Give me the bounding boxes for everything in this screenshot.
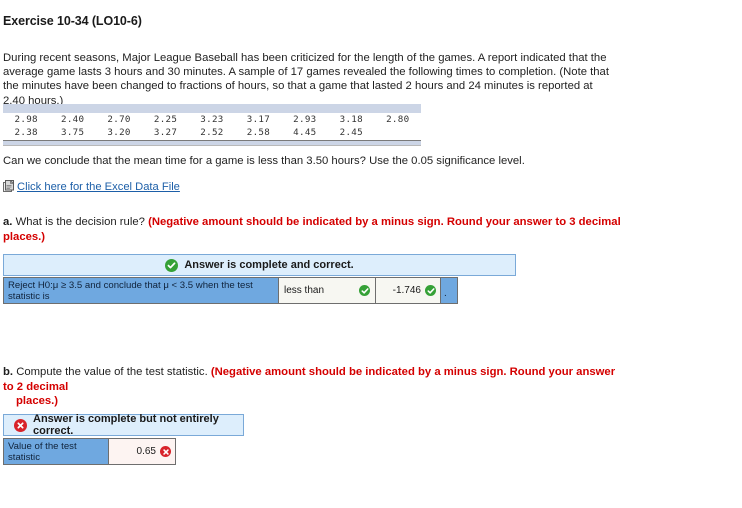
status-banner-a-text: Answer is complete and correct. [184, 259, 354, 271]
check-circle-icon [359, 285, 370, 296]
answer-a-label: Reject H0:μ ≥ 3.5 and conclude that μ < … [4, 278, 279, 303]
data-cell: 3.20 [107, 127, 131, 138]
table-row: 2.38 3.75 3.20 3.27 2.52 2.58 4.45 2.45 [3, 126, 421, 139]
data-cell: 2.98 [14, 114, 38, 125]
table-row: 2.98 2.40 2.70 2.25 3.23 3.17 2.93 3.18 2.80 [3, 113, 421, 126]
question-line: Can we conclude that the mean time for a… [3, 155, 525, 167]
data-cell [375, 126, 422, 139]
data-cell: 2.52 [200, 127, 224, 138]
part-b-prompt: b. Compute the value of the test statist… [3, 365, 628, 409]
status-banner-b: Answer is complete but not entirely corr… [3, 413, 244, 437]
data-cell: 4.45 [293, 127, 317, 138]
excel-link-label[interactable]: Click here for the Excel Data File [17, 181, 180, 193]
check-circle-icon [165, 258, 179, 272]
data-cell: 2.93 [293, 114, 317, 125]
answer-row-a: Reject H0:μ ≥ 3.5 and conclude that μ < … [3, 277, 458, 304]
part-a-question: What is the decision rule? [15, 216, 145, 228]
part-a-letter: a. [3, 216, 13, 228]
data-cell: 3.27 [153, 127, 178, 138]
answer-a-select[interactable]: less than [279, 278, 376, 303]
part-b-question: Compute the value of the test statistic. [16, 366, 208, 378]
part-b-note-line2: places.) [16, 395, 59, 407]
page-title: Exercise 10-34 (LO10-6) [3, 14, 142, 28]
data-cell: 2.38 [14, 127, 38, 138]
data-cell: 2.58 [246, 127, 271, 138]
data-table-header-bar [3, 104, 421, 113]
data-cell: 2.70 [107, 114, 131, 125]
part-a-prompt: a. What is the decision rule? (Negative … [3, 215, 643, 244]
answer-a-value-field[interactable]: -1.746 [376, 278, 441, 303]
data-grid: 2.98 2.40 2.70 2.25 3.23 3.17 2.93 3.18 2.80 2.38… [3, 113, 421, 139]
x-circle-icon [14, 418, 27, 432]
data-cell: 3.17 [246, 114, 271, 125]
answer-b-value: 0.65 [136, 446, 156, 457]
data-cell: 2.40 [60, 114, 85, 125]
excel-data-file-link[interactable]: Click here for the Excel Data File [3, 179, 180, 193]
data-table-footer-bar [3, 140, 421, 146]
answer-b-label: Value of the test statistic [4, 439, 109, 464]
intro-paragraph: During recent seasons, Major League Base… [3, 52, 609, 107]
status-banner-b-text: Answer is complete but not entirely corr… [33, 413, 219, 437]
data-cell: 2.45 [339, 127, 363, 138]
excel-file-icon [3, 179, 15, 193]
x-circle-icon [160, 446, 171, 457]
answer-a-trailing-period: . [441, 278, 457, 303]
check-circle-icon [425, 285, 436, 296]
data-cell: 3.23 [200, 114, 224, 125]
status-banner-a: Answer is complete and correct. [3, 254, 516, 276]
answer-row-b: Value of the test statistic 0.65 [3, 438, 176, 465]
data-cell: 2.80 [386, 114, 410, 125]
exercise-page: Exercise 10-34 (LO10-6) During recent se… [0, 0, 742, 508]
data-cell: 2.25 [153, 114, 178, 125]
part-b-letter: b. [3, 366, 14, 378]
answer-a-value: -1.746 [392, 285, 421, 296]
sample-data-table: 2.98 2.40 2.70 2.25 3.23 3.17 2.93 3.18 2.80 2.38… [3, 104, 421, 146]
data-cell: 3.75 [60, 127, 85, 138]
answer-b-value-field[interactable]: 0.65 [109, 439, 175, 464]
answer-a-select-value: less than [284, 285, 325, 296]
data-cell: 3.18 [339, 114, 363, 125]
